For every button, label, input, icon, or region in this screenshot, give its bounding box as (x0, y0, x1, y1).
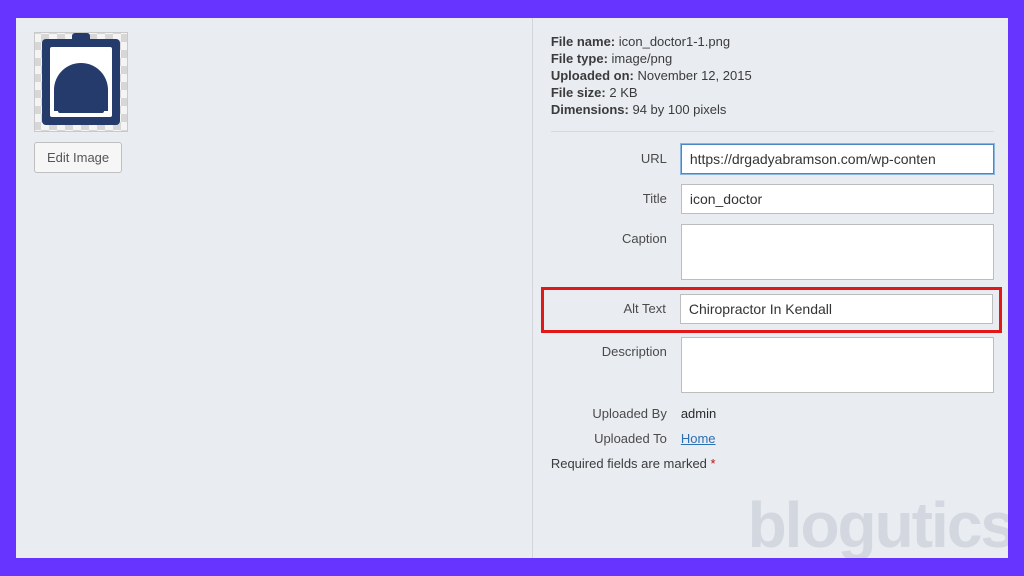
caption-label: Caption (551, 224, 681, 246)
alt-text-row: Alt Text (550, 294, 993, 324)
uploaded-to-row: Uploaded To Home (551, 431, 994, 446)
required-note: Required fields are marked * (551, 456, 994, 471)
alt-text-input[interactable] (680, 294, 993, 324)
uploaded-to-link[interactable]: Home (681, 431, 716, 446)
uploaded-by-value: admin (681, 406, 716, 421)
uploaded-to-label: Uploaded To (551, 431, 681, 446)
dimensions-value: 94 by 100 pixels (632, 102, 726, 117)
file-size-label: File size: (551, 85, 606, 100)
uploaded-on-value: November 12, 2015 (638, 68, 752, 83)
url-row: URL (551, 144, 994, 174)
description-input[interactable] (681, 337, 994, 393)
file-type-label: File type: (551, 51, 608, 66)
title-row: Title (551, 184, 994, 214)
required-asterisk: * (711, 456, 716, 471)
caption-input[interactable] (681, 224, 994, 280)
watermark: blogutics (748, 488, 1008, 558)
uploaded-by-row: Uploaded By admin (551, 406, 994, 421)
file-name-value: icon_doctor1-1.png (619, 34, 730, 49)
description-label: Description (551, 337, 681, 359)
divider (551, 131, 994, 132)
preview-column: Edit Image (16, 18, 532, 558)
alt-text-highlight: Alt Text (541, 287, 1002, 333)
uploaded-on-label: Uploaded on: (551, 68, 634, 83)
media-details-panel: Edit Image File name: icon_doctor1-1.png… (16, 18, 1008, 558)
file-type-value: image/png (612, 51, 673, 66)
url-input[interactable] (681, 144, 994, 174)
file-name-label: File name: (551, 34, 615, 49)
description-row: Description (551, 337, 994, 396)
title-input[interactable] (681, 184, 994, 214)
edit-image-button[interactable]: Edit Image (34, 142, 122, 173)
attachment-thumbnail (34, 32, 128, 132)
url-label: URL (551, 144, 681, 166)
details-column: File name: icon_doctor1-1.png File type:… (532, 18, 1008, 558)
doctor-icon (42, 39, 120, 125)
file-meta: File name: icon_doctor1-1.png File type:… (551, 34, 994, 117)
file-size-value: 2 KB (609, 85, 637, 100)
dimensions-label: Dimensions: (551, 102, 629, 117)
alt-text-label: Alt Text (550, 294, 680, 316)
uploaded-by-label: Uploaded By (551, 406, 681, 421)
caption-row: Caption (551, 224, 994, 283)
title-label: Title (551, 184, 681, 206)
